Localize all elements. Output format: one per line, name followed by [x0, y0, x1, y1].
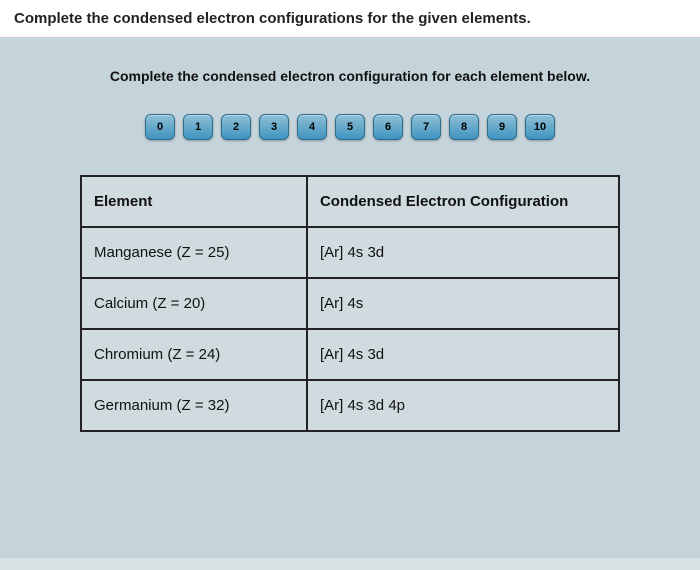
table-row: Calcium (Z = 20) [Ar] 4s — [81, 278, 619, 329]
element-config[interactable]: [Ar] 4s — [307, 278, 619, 329]
number-button-3[interactable]: 3 — [259, 114, 289, 140]
element-config[interactable]: [Ar] 4s 3d — [307, 329, 619, 380]
number-button-7[interactable]: 7 — [411, 114, 441, 140]
col-header-element: Element — [81, 176, 307, 227]
config-text: [Ar] 4s 3d — [320, 244, 384, 261]
header-title: Complete the condensed electron configur… — [14, 10, 531, 27]
number-button-8[interactable]: 8 — [449, 114, 479, 140]
number-button-10[interactable]: 10 — [525, 114, 555, 140]
element-name: Chromium (Z = 24) — [81, 329, 307, 380]
content-area: Complete the condensed electron configur… — [0, 38, 700, 558]
element-name: Germanium (Z = 32) — [81, 380, 307, 431]
element-name: Manganese (Z = 25) — [81, 227, 307, 278]
table-row: Manganese (Z = 25) [Ar] 4s 3d — [81, 227, 619, 278]
number-button-1[interactable]: 1 — [183, 114, 213, 140]
number-button-0[interactable]: 0 — [145, 114, 175, 140]
number-button-5[interactable]: 5 — [335, 114, 365, 140]
config-text: [Ar] 4s 3d 4p — [320, 397, 405, 414]
number-button-4[interactable]: 4 — [297, 114, 327, 140]
page-header: Complete the condensed electron configur… — [0, 0, 700, 38]
table-row: Germanium (Z = 32) [Ar] 4s 3d 4p — [81, 380, 619, 431]
number-button-6[interactable]: 6 — [373, 114, 403, 140]
number-button-9[interactable]: 9 — [487, 114, 517, 140]
table-header-row: Element Condensed Electron Configuration — [81, 176, 619, 227]
table-row: Chromium (Z = 24) [Ar] 4s 3d — [81, 329, 619, 380]
element-config[interactable]: [Ar] 4s 3d — [307, 227, 619, 278]
element-config[interactable]: [Ar] 4s 3d 4p — [307, 380, 619, 431]
element-name: Calcium (Z = 20) — [81, 278, 307, 329]
number-buttons-row: 0 1 2 3 4 5 6 7 8 9 10 — [40, 114, 660, 140]
number-button-2[interactable]: 2 — [221, 114, 251, 140]
config-text: [Ar] 4s 3d — [320, 346, 384, 363]
elements-table: Element Condensed Electron Configuration… — [80, 175, 620, 432]
subtitle: Complete the condensed electron configur… — [40, 68, 660, 84]
col-header-config: Condensed Electron Configuration — [307, 176, 619, 227]
config-text: [Ar] 4s — [320, 295, 363, 312]
